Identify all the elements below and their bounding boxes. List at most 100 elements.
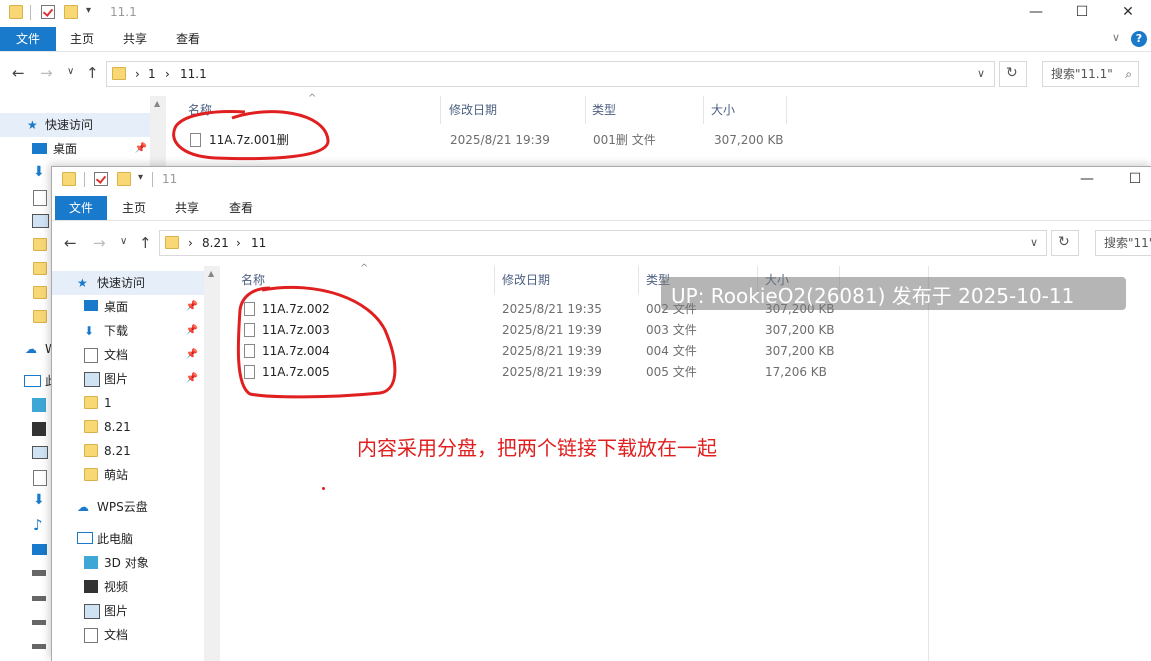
tab-file[interactable]: 文件 — [0, 27, 56, 51]
column-separator[interactable] — [703, 96, 704, 124]
column-separator[interactable] — [585, 96, 586, 124]
scroll-up-icon[interactable]: ▲ — [208, 269, 214, 278]
column-header-type[interactable]: 类型 — [592, 96, 616, 124]
front-explorer-window: ▾ 11 — ☐ 文件 主页 共享 查看 ← → ∨ ↑ › 8.21 › 11… — [51, 166, 1151, 661]
tab-home[interactable]: 主页 — [110, 196, 158, 220]
back-arrow-icon[interactable]: ← — [12, 64, 25, 82]
tab-file[interactable]: 文件 — [55, 196, 107, 220]
column-header-name[interactable]: 名称 — [241, 266, 265, 294]
tab-view[interactable]: 查看 — [217, 196, 265, 220]
scroll-up-icon[interactable]: ▲ — [154, 99, 160, 108]
ribbon-tabs: 文件 主页 共享 查看 ∨ ? — [0, 27, 1151, 52]
document-icon — [84, 348, 98, 363]
sidebar-item[interactable]: 文档 — [52, 623, 204, 647]
divider — [152, 172, 153, 187]
search-input[interactable]: 搜索"11" — [1095, 230, 1151, 256]
breadcrumb-separator[interactable]: › — [188, 236, 193, 250]
refresh-button[interactable]: ↻ — [999, 61, 1027, 87]
file-row[interactable]: 11A.7z.005 2025/8/21 19:39 005 文件 17,206 KB — [220, 362, 920, 383]
tab-home[interactable]: 主页 — [58, 27, 106, 51]
column-separator[interactable] — [638, 266, 639, 294]
sidebar-item[interactable]: 桌面 📌 — [52, 295, 204, 319]
breadcrumb-separator[interactable]: › — [165, 67, 170, 81]
refresh-button[interactable]: ↻ — [1051, 230, 1079, 256]
sidebar-item[interactable]: 图片 📌 — [52, 367, 204, 391]
quick-access-dropdown-icon[interactable]: ▾ — [86, 5, 91, 16]
column-header-date[interactable]: 修改日期 — [502, 266, 550, 294]
minimize-button[interactable]: — — [1013, 0, 1059, 26]
sidebar-item[interactable]: ⬇ 下载 📌 — [52, 319, 204, 343]
breadcrumb-separator[interactable]: › — [236, 236, 241, 250]
file-row[interactable]: 11A.7z.004 2025/8/21 19:39 004 文件 307,200 K… — [220, 341, 920, 362]
file-name: 11A.7z.001删 — [209, 133, 289, 147]
address-dropdown-icon[interactable]: ∨ — [977, 67, 985, 80]
column-header-name[interactable]: 名称 — [188, 96, 212, 124]
folder-icon — [84, 444, 98, 457]
sidebar-item[interactable]: ☁ WPS云盘 — [52, 495, 204, 519]
column-header-date[interactable]: 修改日期 — [449, 96, 497, 124]
recent-locations-icon[interactable]: ∨ — [67, 66, 74, 77]
music-icon: ♪ — [33, 516, 43, 534]
folder-icon — [84, 420, 98, 433]
sidebar-item-quick-access[interactable]: ★ 快速访问 — [0, 113, 150, 137]
tab-share[interactable]: 共享 — [111, 27, 159, 51]
recent-locations-icon[interactable]: ∨ — [120, 236, 127, 247]
column-header-size[interactable]: 大小 — [711, 96, 735, 124]
ribbon-expand-icon[interactable]: ∨ — [1112, 31, 1120, 44]
star-icon: ★ — [77, 276, 88, 290]
drive-icon — [32, 644, 46, 649]
sidebar-item[interactable]: 图片 — [52, 599, 204, 623]
up-arrow-icon[interactable]: ↑ — [86, 64, 99, 82]
file-row[interactable]: 11A.7z.001删 2025/8/21 19:39 001删 文件 307,… — [166, 130, 866, 151]
sidebar-item-desktop[interactable]: 桌面 📌 — [0, 137, 150, 161]
maximize-button[interactable]: ☐ — [1112, 167, 1151, 193]
sidebar-item[interactable]: 此电脑 — [52, 527, 204, 551]
cloud-icon: ☁ — [77, 500, 89, 514]
address-bar[interactable]: › 8.21 › 11 ∨ — [159, 230, 1047, 256]
properties-icon[interactable] — [41, 5, 55, 19]
column-separator[interactable] — [440, 96, 441, 124]
address-dropdown-icon[interactable]: ∨ — [1030, 236, 1038, 249]
tab-view[interactable]: 查看 — [164, 27, 212, 51]
search-input[interactable]: 搜索"11.1" ⌕ — [1042, 61, 1139, 87]
back-arrow-icon[interactable]: ← — [64, 234, 77, 252]
folder-icon — [33, 286, 47, 299]
file-row[interactable]: 11A.7z.003 2025/8/21 19:39 003 文件 307,200 K… — [220, 320, 920, 341]
breadcrumb-item[interactable]: 11 — [251, 236, 266, 250]
file-icon — [190, 133, 201, 147]
sidebar-item[interactable]: 8.21 — [52, 439, 204, 463]
front-sidebar-scrollbar[interactable]: ▲ — [204, 266, 220, 661]
breadcrumb-separator[interactable]: › — [135, 67, 140, 81]
close-button[interactable]: ✕ — [1105, 0, 1151, 26]
column-separator[interactable] — [494, 266, 495, 294]
maximize-button[interactable]: ☐ — [1059, 0, 1105, 26]
column-separator[interactable] — [786, 96, 787, 124]
sidebar-item[interactable]: 8.21 — [52, 415, 204, 439]
sidebar-item[interactable]: 文档 📌 — [52, 343, 204, 367]
desktop-icon — [32, 544, 47, 555]
minimize-button[interactable]: — — [1064, 167, 1110, 193]
up-arrow-icon[interactable]: ↑ — [139, 234, 152, 252]
back-file-list: ^ 名称 修改日期 类型 大小 11A.7z.001删 2025/8/21 19… — [166, 93, 1151, 166]
sidebar-item[interactable]: 萌站 — [52, 463, 204, 487]
tab-share[interactable]: 共享 — [163, 196, 211, 220]
sidebar-item[interactable]: 3D 对象 — [52, 551, 204, 575]
picture-icon — [32, 446, 48, 459]
sidebar-item[interactable]: ★ 快速访问 — [52, 271, 204, 295]
quick-access-dropdown-icon[interactable]: ▾ — [138, 172, 143, 183]
sidebar-item[interactable]: 1 — [52, 391, 204, 415]
breadcrumb-item[interactable]: 1 — [148, 67, 156, 81]
forward-arrow-icon[interactable]: → — [40, 64, 53, 82]
cloud-icon: ☁ — [25, 342, 37, 356]
new-folder-icon[interactable] — [64, 5, 78, 19]
breadcrumb-item[interactable]: 11.1 — [180, 67, 207, 81]
help-icon[interactable]: ? — [1131, 31, 1147, 47]
new-folder-icon[interactable] — [117, 172, 131, 186]
forward-arrow-icon[interactable]: → — [93, 234, 106, 252]
address-bar[interactable]: › 1 › 11.1 ∨ — [106, 61, 995, 87]
window-title: 11 — [162, 172, 178, 186]
sidebar-item[interactable]: 视频 — [52, 575, 204, 599]
breadcrumb-item[interactable]: 8.21 — [202, 236, 229, 250]
properties-icon[interactable] — [94, 172, 108, 186]
sidebar-item-label: 文档 — [104, 348, 129, 362]
